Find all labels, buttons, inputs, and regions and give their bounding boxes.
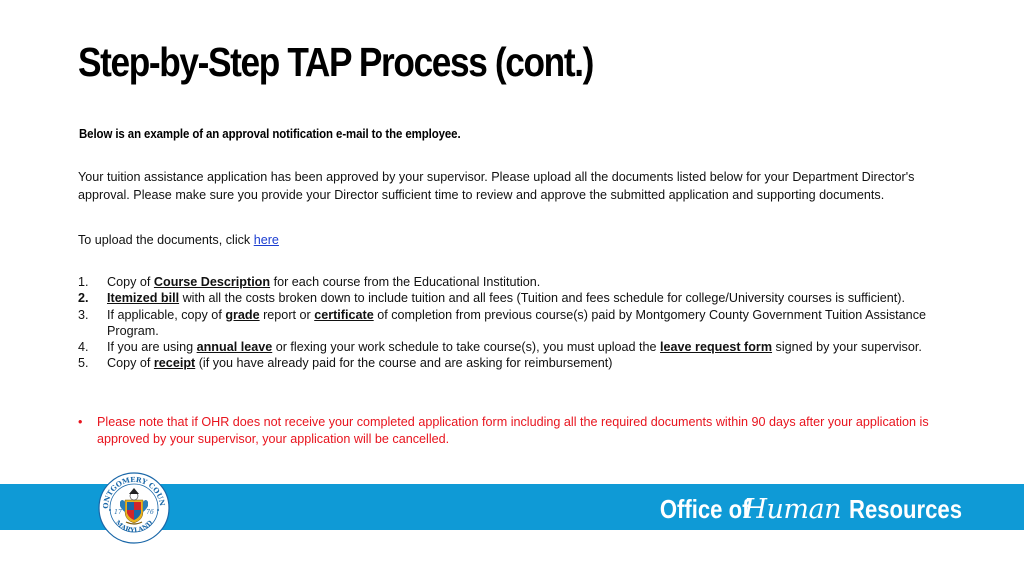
- list-item: 3. If applicable, copy of grade report o…: [78, 307, 948, 340]
- keyword-certificate: certificate: [314, 307, 374, 322]
- list-item: 4. If you are using annual leave or flex…: [78, 339, 948, 355]
- slide-title: Step-by-Step TAP Process (cont.): [78, 39, 594, 85]
- brand-human: Human: [743, 493, 842, 525]
- item-text: Copy of: [107, 356, 154, 371]
- keyword-course-description: Course Description: [153, 275, 271, 289]
- list-item: 1. Copy of Course Description for each c…: [78, 274, 948, 290]
- seal-year-left: 17: [114, 509, 122, 516]
- item-number: 2.: [78, 291, 89, 306]
- item-text: or flexing your work schedule to take co…: [272, 340, 661, 355]
- item-text: If you are using: [107, 340, 197, 355]
- keyword-leave-request-form: leave request form: [660, 340, 773, 355]
- cancellation-note: • Please note that if OHR does not recei…: [78, 414, 948, 447]
- keyword-itemized-bill: Itemized bill: [107, 291, 180, 306]
- item-text: (if you have already paid for the course…: [195, 356, 613, 371]
- item-text: for each course from the Educational Ins…: [270, 275, 541, 289]
- county-seal-logo: MONTGOMERY COUNTY MARYLAND 17 76: [98, 472, 170, 544]
- item-text: report or: [259, 307, 315, 322]
- seal-year-right: 76: [146, 509, 154, 516]
- item-number: 3.: [78, 307, 89, 322]
- item-number: 1.: [78, 275, 89, 289]
- item-number: 4.: [78, 340, 89, 355]
- slide-subtitle: Below is an example of an approval notif…: [79, 126, 461, 141]
- upload-instruction: To upload the documents, click here: [78, 231, 948, 249]
- upload-link[interactable]: here: [254, 233, 279, 247]
- required-documents-list: 1. Copy of Course Description for each c…: [78, 274, 948, 372]
- note-text: Please note that if OHR does not receive…: [97, 415, 929, 446]
- keyword-annual-leave: annual leave: [196, 340, 273, 355]
- bullet-icon: •: [78, 415, 83, 429]
- brand-resources: Resources: [849, 493, 963, 524]
- item-text: Copy of: [107, 275, 154, 289]
- office-of-human-resources-logo: Office of Human Resources: [644, 492, 963, 526]
- list-item: 5. Copy of receipt (if you have already …: [78, 355, 948, 371]
- item-text: with all the costs broken down to includ…: [179, 291, 905, 306]
- item-text: signed by your supervisor.: [772, 340, 922, 355]
- item-number: 5.: [78, 356, 89, 371]
- brand-office-of: Office of: [659, 493, 750, 524]
- keyword-grade: grade: [225, 307, 260, 322]
- item-text: If applicable, copy of: [107, 307, 226, 322]
- email-paragraph: Your tuition assistance application has …: [78, 170, 915, 202]
- keyword-receipt: receipt: [153, 356, 196, 371]
- list-item: 2. Itemized bill with all the costs brok…: [78, 290, 948, 306]
- upload-prefix: To upload the documents, click: [78, 233, 254, 247]
